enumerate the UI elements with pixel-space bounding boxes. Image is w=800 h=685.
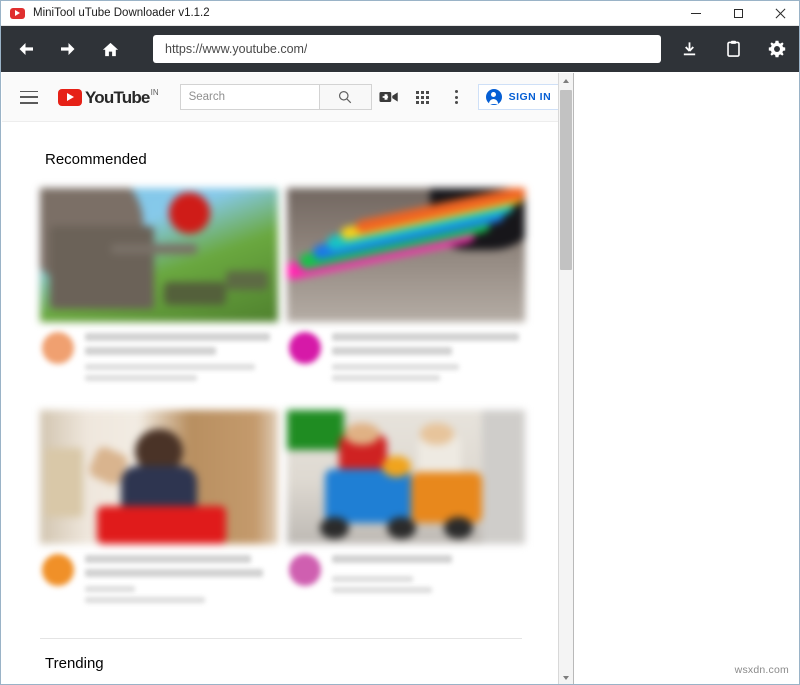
video-thumbnail[interactable] xyxy=(287,410,525,544)
gear-icon xyxy=(768,40,786,58)
video-thumbnail[interactable] xyxy=(40,188,278,322)
youtube-header-actions: SIGN IN xyxy=(372,79,574,115)
video-meta xyxy=(40,332,278,386)
kebab-menu-icon xyxy=(455,89,458,105)
maximize-button[interactable] xyxy=(717,1,759,26)
scroll-up-button[interactable] xyxy=(559,73,573,88)
triangle-down-icon xyxy=(563,676,569,680)
video-card[interactable] xyxy=(40,188,278,386)
settings-button[interactable] xyxy=(755,26,799,72)
minimize-button[interactable] xyxy=(675,1,717,26)
scroll-down-button[interactable] xyxy=(559,670,573,685)
video-text-lines xyxy=(85,554,278,608)
account-circle-icon xyxy=(486,89,502,105)
video-text-lines xyxy=(85,332,278,386)
youtube-logo-region: IN xyxy=(151,88,159,97)
video-meta xyxy=(40,554,278,608)
close-button[interactable] xyxy=(759,1,800,26)
forward-button[interactable] xyxy=(47,26,89,72)
youtube-logo[interactable]: YouTube IN xyxy=(58,88,159,107)
minimize-icon xyxy=(691,13,701,14)
channel-avatar[interactable] xyxy=(42,332,74,364)
video-meta xyxy=(287,554,525,598)
youtube-feed: Recommended xyxy=(2,122,559,685)
scrollbar-thumb[interactable] xyxy=(560,90,572,270)
download-icon xyxy=(681,41,698,58)
application-window: MiniTool uTube Downloader v1.1.2 xyxy=(0,0,800,685)
recommended-video-grid xyxy=(40,188,535,632)
video-text-lines xyxy=(332,332,525,386)
youtube-more-button[interactable] xyxy=(440,79,474,115)
home-icon xyxy=(101,40,120,59)
hamburger-menu-icon[interactable] xyxy=(20,91,38,104)
channel-avatar[interactable] xyxy=(42,554,74,586)
url-input[interactable]: https://www.youtube.com/ xyxy=(165,42,307,56)
video-thumbnail[interactable] xyxy=(40,410,278,544)
video-card[interactable] xyxy=(40,410,278,608)
channel-avatar[interactable] xyxy=(289,554,321,586)
arrow-left-icon xyxy=(16,39,36,59)
arrow-right-icon xyxy=(58,39,78,59)
section-divider xyxy=(40,638,522,639)
youtube-logo-text: YouTube xyxy=(85,88,150,107)
clipboard-icon xyxy=(725,40,742,58)
channel-avatar[interactable] xyxy=(289,332,321,364)
page-scrollbar[interactable] xyxy=(558,73,573,685)
video-text-lines xyxy=(332,554,525,598)
close-icon xyxy=(775,8,786,19)
apps-grid-icon xyxy=(416,91,429,104)
search-input[interactable]: Search xyxy=(180,84,320,110)
home-button[interactable] xyxy=(89,26,131,72)
browser-toolbar: https://www.youtube.com/ xyxy=(1,26,800,72)
window-controls xyxy=(675,1,800,26)
video-thumbnail[interactable] xyxy=(287,188,525,322)
create-video-button[interactable] xyxy=(372,79,406,115)
video-card[interactable] xyxy=(287,410,525,608)
video-camera-plus-icon xyxy=(379,90,399,104)
clipboard-button[interactable] xyxy=(711,26,755,72)
window-title: MiniTool uTube Downloader v1.1.2 xyxy=(33,7,210,19)
youtube-apps-button[interactable] xyxy=(406,79,440,115)
sign-in-button[interactable]: SIGN IN xyxy=(478,84,563,110)
title-bar: MiniTool uTube Downloader v1.1.2 xyxy=(1,1,800,26)
search-button[interactable] xyxy=(320,84,372,110)
maximize-icon xyxy=(734,9,743,18)
search-icon xyxy=(338,90,352,104)
video-card[interactable] xyxy=(287,188,525,386)
youtube-play-icon xyxy=(10,8,25,19)
back-button[interactable] xyxy=(5,26,47,72)
url-bar[interactable]: https://www.youtube.com/ xyxy=(153,35,661,63)
youtube-play-icon xyxy=(58,89,82,106)
embedded-browser-view: YouTube IN Search xyxy=(2,73,574,685)
watermark: wsxdn.com xyxy=(735,664,789,676)
video-meta xyxy=(287,332,525,386)
youtube-header: YouTube IN Search xyxy=(2,73,559,122)
recommended-heading: Recommended xyxy=(45,151,559,168)
sign-in-label: SIGN IN xyxy=(509,91,552,103)
toolbar-actions xyxy=(667,26,800,72)
triangle-up-icon xyxy=(563,79,569,83)
trending-heading: Trending xyxy=(45,655,559,672)
download-button[interactable] xyxy=(667,26,711,72)
search-area: Search xyxy=(180,84,372,110)
